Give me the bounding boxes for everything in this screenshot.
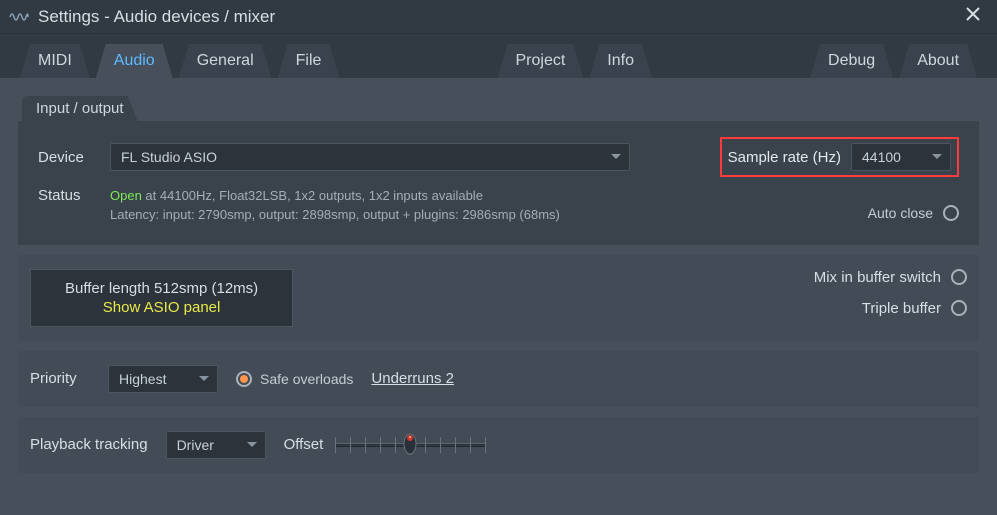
sample-rate-value: 44100 [862,149,901,165]
tab-general[interactable]: General [179,44,272,78]
tab-label: Debug [828,52,875,70]
content-area: Input / output Device FL Studio ASIO Sam… [0,78,997,515]
tab-label: File [296,52,322,70]
priority-label: Priority [30,370,90,387]
status-row: Status Open at 44100Hz, Float32LSB, 1x2 … [38,187,959,225]
buffer-panel: Buffer length 512smp (12ms) Show ASIO pa… [18,255,979,341]
mix-in-buffer-toggle[interactable] [951,269,967,285]
tab-audio[interactable]: Audio [96,44,173,78]
status-open-word: Open [110,188,142,203]
close-button[interactable] [957,5,989,28]
waveform-icon [8,6,30,28]
status-line1-rest: at 44100Hz, Float32LSB, 1x2 outputs, 1x2… [142,188,483,203]
mix-in-buffer-label: Mix in buffer switch [814,269,941,286]
chevron-down-icon [199,376,209,382]
safe-overloads-option: Safe overloads [236,371,353,387]
priority-dropdown[interactable]: Highest [108,365,218,393]
tab-label: About [917,52,959,70]
tab-info[interactable]: Info [589,44,652,78]
offset-slider[interactable] [335,435,485,455]
auto-close-option: Auto close [868,205,959,221]
tab-label: Info [607,52,634,70]
io-panel: Device FL Studio ASIO Sample rate (Hz) 4… [18,121,979,245]
show-asio-panel-link[interactable]: Show ASIO panel [65,299,258,316]
device-value: FL Studio ASIO [121,149,217,165]
chevron-down-icon [932,154,942,160]
priority-panel: Priority Highest Safe overloads Underrun… [18,351,979,407]
status-text: Open at 44100Hz, Float32LSB, 1x2 outputs… [110,187,560,225]
device-label: Device [38,149,98,166]
tab-midi[interactable]: MIDI [20,44,90,78]
buffer-right-options: Mix in buffer switch Triple buffer [814,269,967,317]
offset-group: Offset [284,435,486,455]
underruns-link[interactable]: Underruns 2 [371,370,454,387]
sample-rate-dropdown[interactable]: 44100 [851,143,951,171]
offset-label: Offset [284,436,324,453]
triple-buffer-label: Triple buffer [862,300,941,317]
titlebar: Settings - Audio devices / mixer [0,0,997,34]
sample-rate-label: Sample rate (Hz) [728,149,841,166]
tab-label: MIDI [38,52,72,70]
tab-debug[interactable]: Debug [810,44,893,78]
priority-value: Highest [119,371,166,387]
tab-label: Audio [114,52,155,70]
buffer-length-text: Buffer length 512smp (12ms) [65,280,258,297]
playback-tracking-dropdown[interactable]: Driver [166,431,266,459]
tab-label: General [197,52,254,70]
status-label: Status [38,187,98,204]
playback-tracking-label: Playback tracking [30,436,148,453]
safe-overloads-toggle[interactable] [236,371,252,387]
tab-project[interactable]: Project [497,44,583,78]
chevron-down-icon [611,154,621,160]
chevron-down-icon [247,442,257,448]
triple-buffer-toggle[interactable] [951,300,967,316]
section-label: Input / output [36,100,124,117]
auto-close-toggle[interactable] [943,205,959,221]
playback-panel: Playback tracking Driver Offset [18,417,979,473]
device-row: Device FL Studio ASIO Sample rate (Hz) 4… [38,137,959,177]
window-title: Settings - Audio devices / mixer [38,7,957,27]
sample-rate-highlight: Sample rate (Hz) 44100 [720,137,959,177]
buffer-box: Buffer length 512smp (12ms) Show ASIO pa… [30,269,293,327]
auto-close-label: Auto close [868,205,933,221]
tabbar: MIDI Audio General File Project Info Deb… [0,34,997,78]
tab-label: Project [515,52,565,70]
device-dropdown[interactable]: FL Studio ASIO [110,143,630,171]
tab-file[interactable]: File [278,44,340,78]
playback-tracking-value: Driver [177,437,214,453]
slider-knob[interactable] [403,433,417,455]
section-header-io: Input / output [22,96,138,121]
close-icon [965,6,981,22]
status-line2: Latency: input: 2790smp, output: 2898smp… [110,206,560,225]
safe-overloads-label: Safe overloads [260,371,353,387]
tab-about[interactable]: About [899,44,977,78]
